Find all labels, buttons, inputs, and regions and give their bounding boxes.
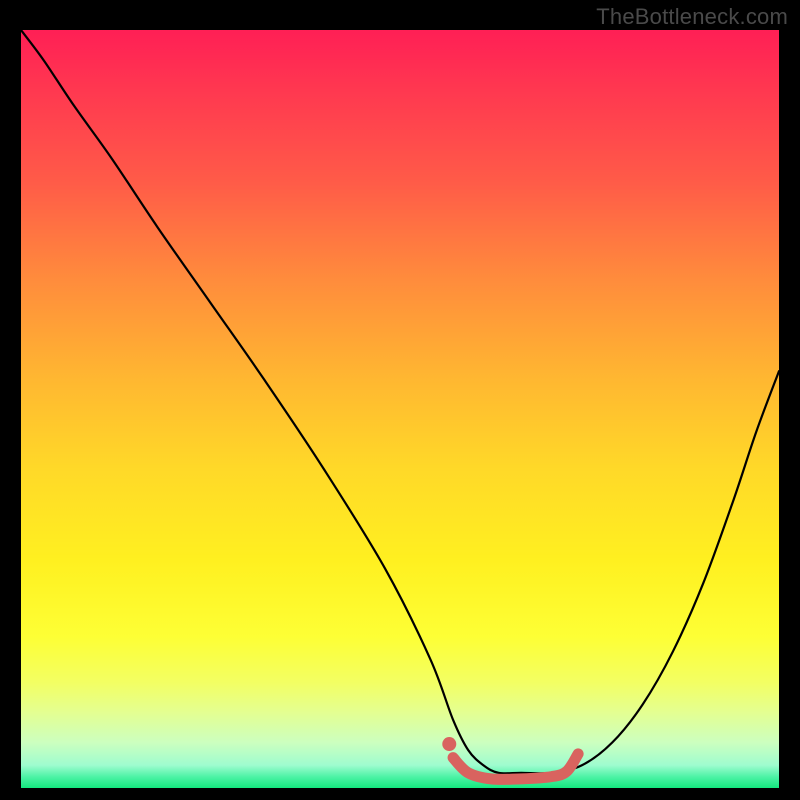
chart-svg (21, 30, 779, 788)
highlight-segment (453, 754, 578, 780)
bottleneck-curve (21, 30, 779, 773)
watermark-text: TheBottleneck.com (596, 4, 788, 30)
chart-frame: TheBottleneck.com (0, 0, 800, 800)
plot-area (21, 30, 779, 788)
highlight-dot (442, 737, 456, 751)
